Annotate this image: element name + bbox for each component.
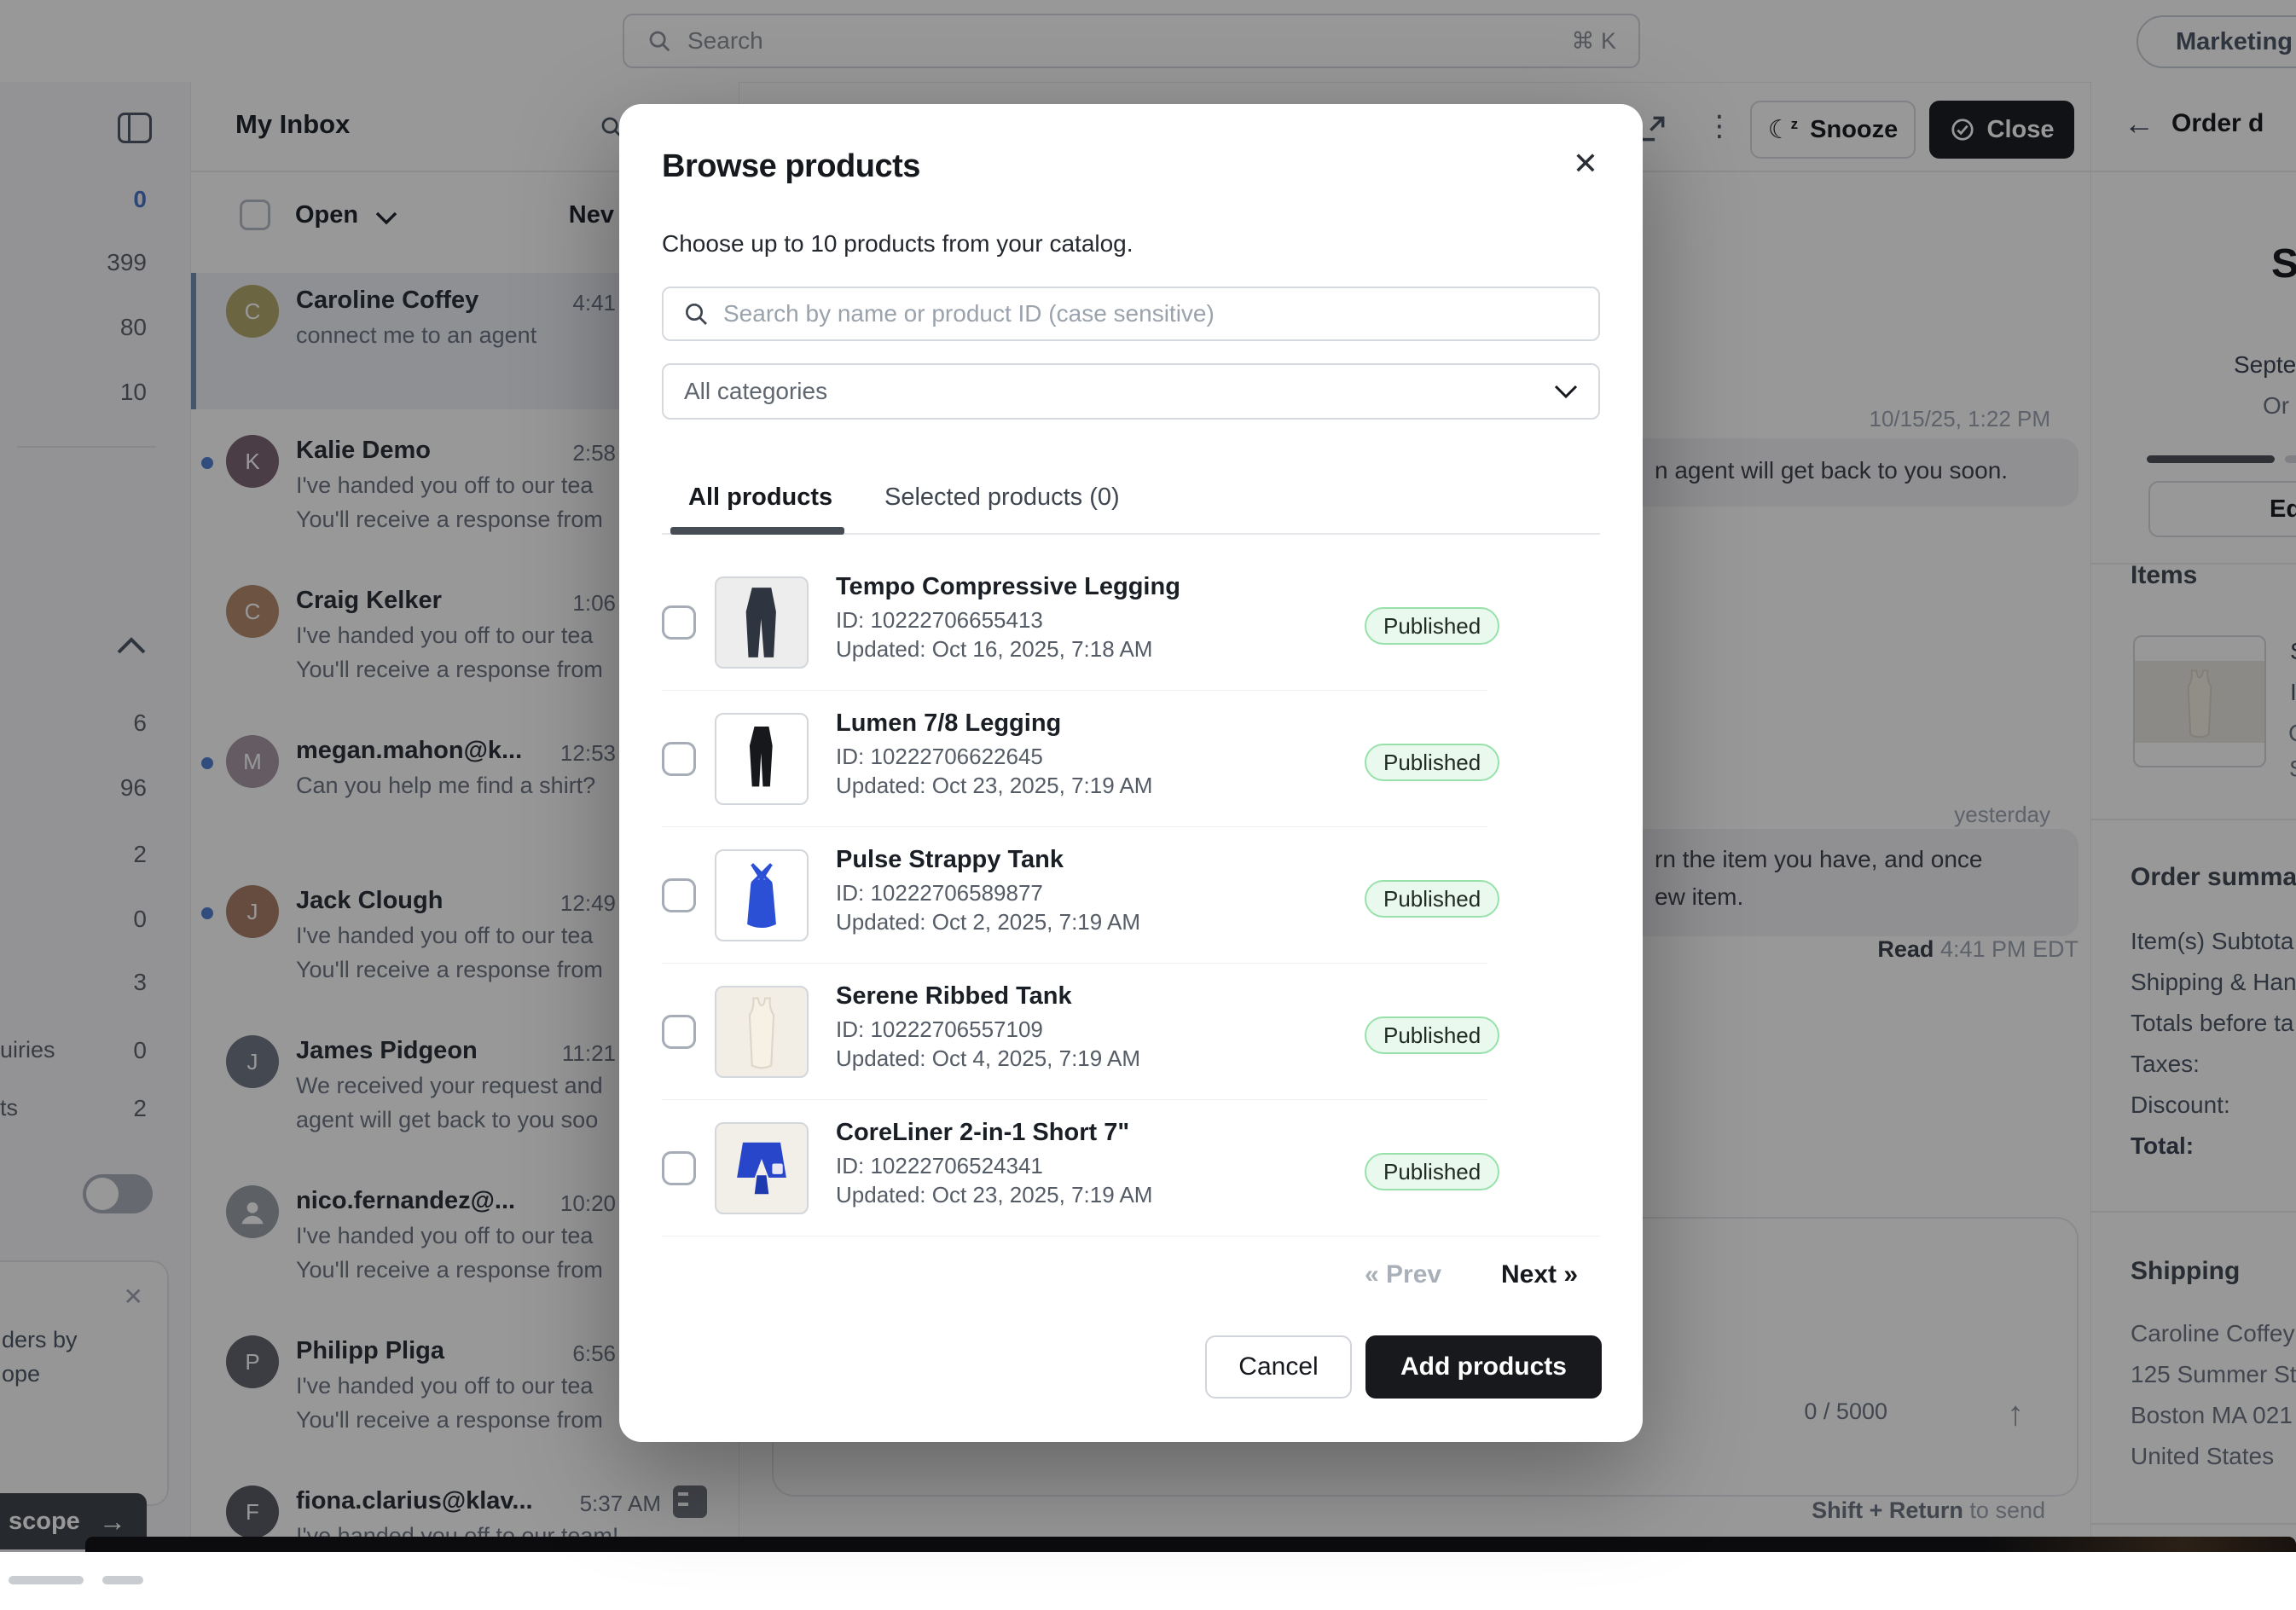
product-name: CoreLiner 2-in-1 Short 7": [836, 1119, 1129, 1147]
leggings-image: [735, 720, 788, 798]
product-checkbox[interactable]: [662, 1015, 696, 1049]
product-thumbnail: [715, 986, 809, 1078]
product-updated: Updated: Oct 4, 2025, 7:19 AM: [836, 1045, 1140, 1072]
product-name: Lumen 7/8 Legging: [836, 709, 1061, 738]
category-value: All categories: [684, 378, 827, 405]
product-id: ID: 10222706589877: [836, 880, 1043, 906]
status-badge: Published: [1365, 607, 1499, 645]
product-thumbnail: [715, 576, 809, 669]
modal-title: Browse products: [662, 148, 920, 185]
product-name: Pulse Strappy Tank: [836, 846, 1064, 874]
product-row[interactable]: CoreLiner 2-in-1 Short 7" ID: 1022270652…: [619, 1100, 1643, 1236]
product-checkbox[interactable]: [662, 605, 696, 640]
product-checkbox[interactable]: [662, 878, 696, 912]
product-row[interactable]: Lumen 7/8 Legging ID: 10222706622645 Upd…: [619, 691, 1643, 827]
tab-selected-products[interactable]: Selected products (0): [884, 484, 1120, 512]
product-id: ID: 10222706524341: [836, 1153, 1043, 1179]
product-thumbnail: [715, 849, 809, 941]
product-updated: Updated: Oct 23, 2025, 7:19 AM: [836, 773, 1152, 799]
product-id: ID: 10222706655413: [836, 607, 1043, 634]
product-thumbnail: [715, 713, 809, 805]
status-badge: Published: [1365, 744, 1499, 781]
product-checkbox[interactable]: [662, 1151, 696, 1185]
product-row[interactable]: Tempo Compressive Legging ID: 1022270665…: [619, 554, 1643, 691]
product-search-input[interactable]: Search by name or product ID (case sensi…: [662, 287, 1600, 341]
modal-subtitle: Choose up to 10 products from your catal…: [662, 230, 1134, 258]
status-badge: Published: [1365, 1016, 1499, 1054]
card-dots: [102, 1576, 143, 1584]
tab-all-products[interactable]: All products: [688, 484, 832, 512]
product-id: ID: 10222706622645: [836, 744, 1043, 770]
product-name: Tempo Compressive Legging: [836, 573, 1180, 601]
product-updated: Updated: Oct 16, 2025, 7:18 AM: [836, 636, 1152, 663]
product-row[interactable]: Pulse Strappy Tank ID: 10222706589877 Up…: [619, 827, 1643, 964]
product-checkbox[interactable]: [662, 742, 696, 776]
pagination-prev[interactable]: « Prev: [1365, 1260, 1441, 1289]
leggings-image: [735, 583, 788, 662]
cancel-button[interactable]: Cancel: [1205, 1335, 1352, 1399]
active-tab-underline: [670, 527, 844, 535]
product-name: Serene Ribbed Tank: [836, 982, 1072, 1011]
add-products-button[interactable]: Add products: [1365, 1335, 1602, 1399]
product-id: ID: 10222706557109: [836, 1016, 1043, 1043]
product-search-placeholder: Search by name or product ID (case sensi…: [723, 300, 1215, 327]
browse-products-modal: Browse products ✕ Choose up to 10 produc…: [619, 104, 1643, 1442]
shorts-image: [733, 1132, 790, 1205]
product-updated: Updated: Oct 23, 2025, 7:19 AM: [836, 1182, 1152, 1208]
tank-top-image: [735, 856, 788, 935]
product-row[interactable]: Serene Ribbed Tank ID: 10222706557109 Up…: [619, 964, 1643, 1100]
product-updated: Updated: Oct 2, 2025, 7:19 AM: [836, 909, 1140, 935]
category-select[interactable]: All categories: [662, 363, 1600, 420]
search-icon: [682, 300, 710, 327]
card-dots: [9, 1576, 84, 1584]
product-thumbnail: [715, 1122, 809, 1214]
close-icon[interactable]: ✕: [1573, 148, 1598, 179]
chevron-down-icon: [1554, 385, 1578, 399]
tank-top-image: [735, 993, 788, 1071]
status-badge: Published: [1365, 880, 1499, 918]
status-badge: Published: [1365, 1153, 1499, 1190]
pagination-next[interactable]: Next »: [1501, 1260, 1578, 1289]
